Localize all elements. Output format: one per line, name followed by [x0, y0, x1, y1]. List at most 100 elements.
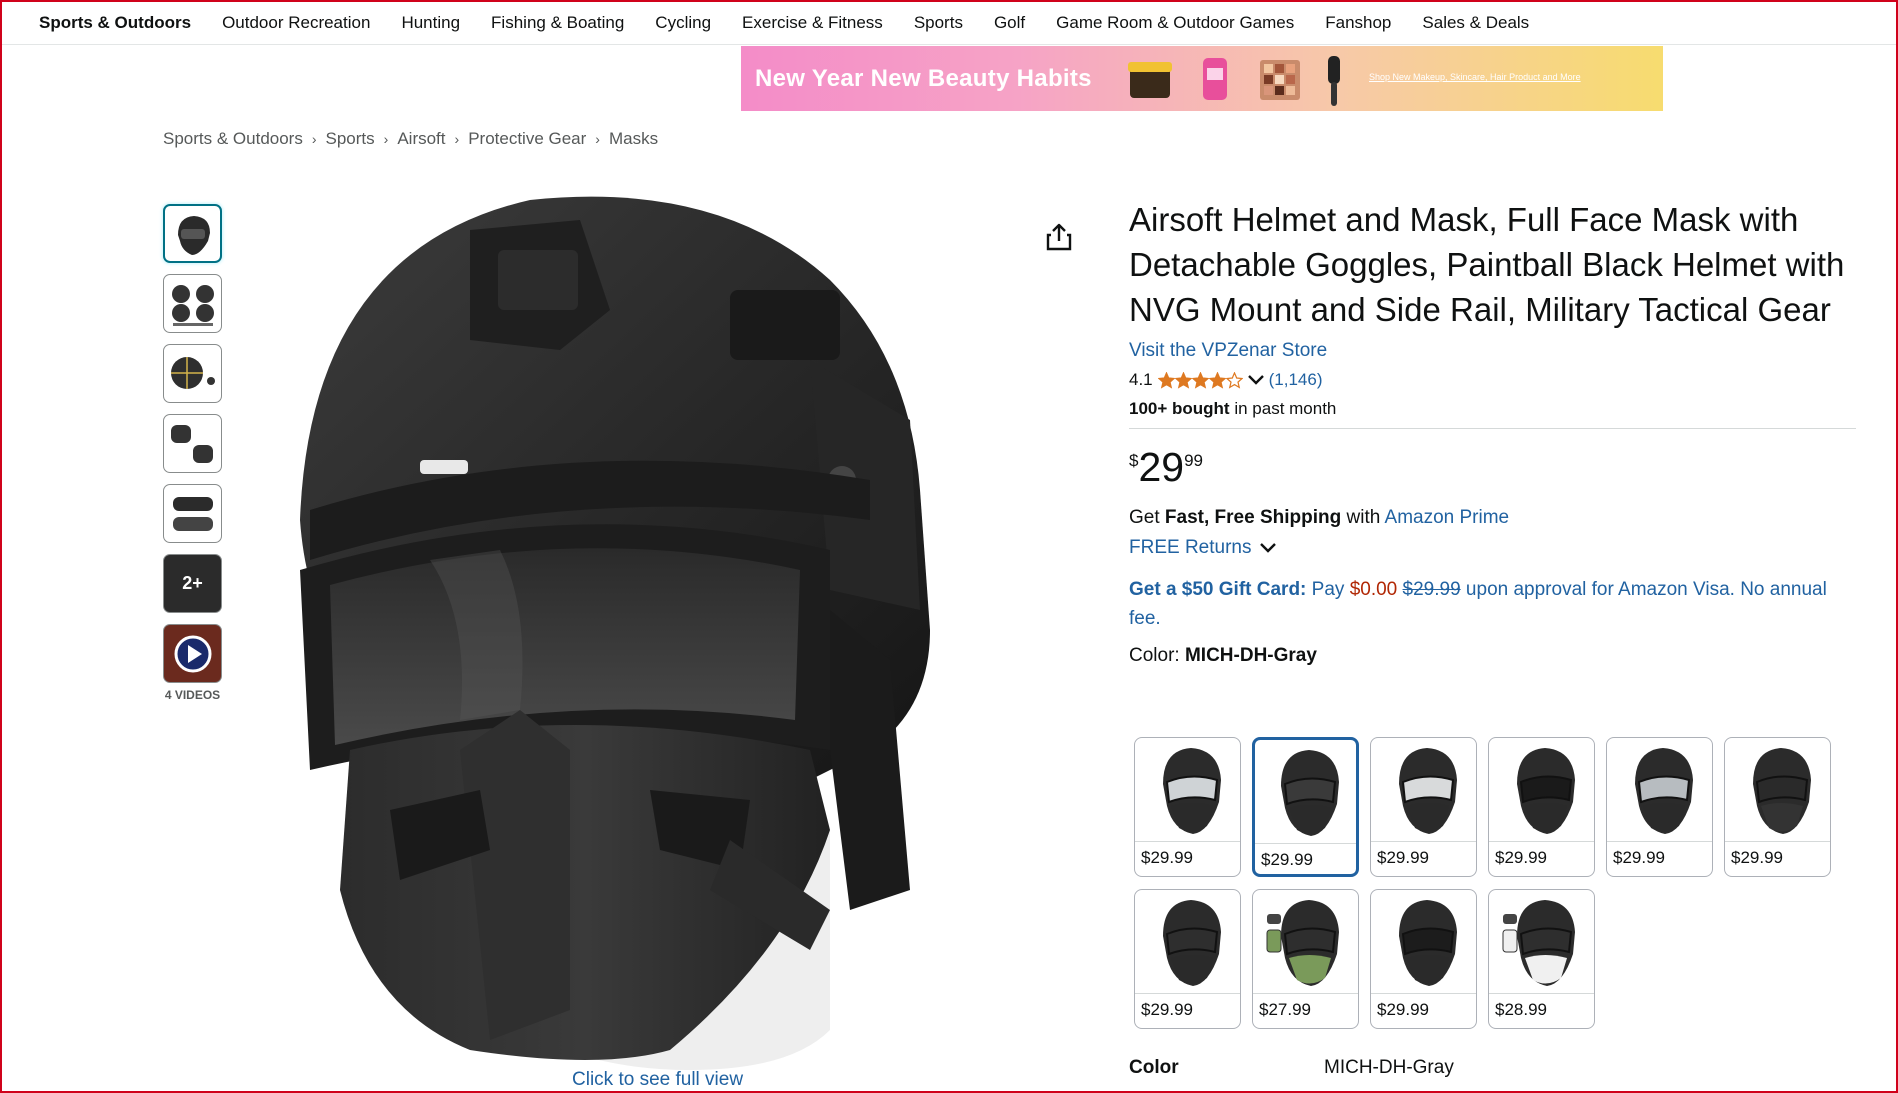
amazon-prime-link[interactable]: Amazon Prime	[1385, 507, 1510, 528]
bought-bold: 100+ bought	[1129, 399, 1230, 418]
helmet-variant-icon	[1398, 747, 1457, 834]
chevron-down-icon[interactable]	[1247, 373, 1265, 387]
helmet-variant-icon	[1398, 899, 1457, 986]
color-swatch-7[interactable]: $29.99	[1134, 889, 1241, 1029]
nav-fanshop[interactable]: Fanshop	[1325, 13, 1391, 33]
color-swatch-10[interactable]: $28.99	[1488, 889, 1595, 1029]
helmets-grid-icon	[171, 284, 214, 326]
nav-fishing-boating[interactable]: Fishing & Boating	[491, 13, 624, 33]
star-rating[interactable]	[1157, 371, 1243, 389]
gift-zero-price: $0.00	[1349, 579, 1398, 600]
product-title: Airsoft Helmet and Mask, Full Face Mask …	[1129, 201, 1845, 328]
share-icon[interactable]	[1044, 222, 1074, 252]
swatch-price: $29.99	[1495, 848, 1547, 867]
nav-sports[interactable]: Sports	[914, 13, 963, 33]
promo-banner[interactable]: New Year New Beauty Habits Shop New Make…	[741, 46, 1663, 111]
swatch-image	[1489, 738, 1594, 842]
color-swatch-2[interactable]: $29.99	[1252, 737, 1359, 877]
helmet-variant-icon	[1516, 747, 1575, 834]
nav-golf[interactable]: Golf	[994, 13, 1025, 33]
videos-count-label: 4 VIDEOS	[164, 688, 221, 702]
spec-row-color: Color MICH-DH-Gray	[1129, 1057, 1454, 1079]
color-swatch-4[interactable]: $29.99	[1488, 737, 1595, 877]
breadcrumb: Sports & Outdoors › Sports › Airsoft › P…	[163, 129, 658, 149]
helmet-thumbnail-icon	[177, 215, 210, 255]
nav-exercise-fitness[interactable]: Exercise & Fitness	[742, 13, 883, 33]
play-video-icon	[174, 635, 211, 672]
thumbnail-more[interactable]: 2+	[163, 554, 222, 613]
bought-count: 100+ bought in past month	[1129, 399, 1859, 419]
nav-cycling[interactable]: Cycling	[655, 13, 711, 33]
helmet-variant-icon	[1162, 747, 1221, 834]
product-jar-icon	[1128, 62, 1172, 98]
color-swatch-5[interactable]: $29.99	[1606, 737, 1713, 877]
gift-strike-price: $29.99	[1402, 579, 1461, 600]
shipping-info: Get Fast, Free Shipping with Amazon Prim…	[1129, 507, 1859, 529]
banner-subtext[interactable]: Shop New Makeup, Skincare, Hair Product …	[1369, 72, 1581, 82]
price-whole: 29	[1138, 444, 1185, 490]
nav-sales-deals[interactable]: Sales & Deals	[1422, 13, 1529, 33]
nav-game-room[interactable]: Game Room & Outdoor Games	[1056, 13, 1294, 33]
color-label: Color:	[1129, 645, 1185, 666]
thumbnail-5[interactable]	[163, 484, 222, 543]
nav-sports-outdoors[interactable]: Sports & Outdoors	[39, 13, 191, 33]
image-thumbnails: 2+ 4 VIDEOS	[163, 204, 223, 702]
swatch-price: $29.99	[1141, 1000, 1193, 1019]
color-swatch-6[interactable]: $29.99	[1724, 737, 1831, 877]
rating-row: 4.1 (1,146)	[1129, 370, 1859, 390]
swatch-image	[1135, 738, 1240, 842]
breadcrumb-protective-gear[interactable]: Protective Gear	[468, 129, 586, 149]
breadcrumb-separator: ›	[311, 131, 317, 147]
nav-hunting[interactable]: Hunting	[401, 13, 460, 33]
banner-headline: New Year New Beauty Habits	[755, 64, 1092, 92]
gift-card-offer[interactable]: Get a $50 Gift Card: Pay $0.00 $29.99 up…	[1129, 575, 1829, 633]
helmet-diagram-icon	[170, 356, 215, 389]
bought-rest: in past month	[1229, 399, 1337, 418]
divider	[1129, 428, 1856, 429]
color-selection-label: Color: MICH-DH-Gray	[1129, 645, 1859, 667]
nav-outdoor-recreation[interactable]: Outdoor Recreation	[222, 13, 370, 33]
free-returns-link[interactable]: FREE Returns	[1129, 537, 1859, 559]
thumbnail-1[interactable]	[163, 204, 222, 263]
breadcrumb-separator: ›	[454, 131, 460, 147]
helmet-variant-icon	[1266, 899, 1339, 986]
breadcrumb-separator: ›	[383, 131, 389, 147]
product-bottle-icon	[1203, 58, 1227, 100]
swatch-image	[1253, 890, 1358, 994]
breadcrumb-masks[interactable]: Masks	[609, 129, 658, 149]
swatch-price: $29.99	[1377, 848, 1429, 867]
helmet-parts-icon	[170, 424, 213, 463]
selected-color: MICH-DH-Gray	[1184, 645, 1317, 666]
rating-count-link[interactable]: (1,146)	[1269, 370, 1323, 390]
eyeshadow-palette-icon	[1260, 60, 1300, 100]
price: $ 29 99	[1129, 445, 1859, 489]
color-swatch-8[interactable]: $27.99	[1252, 889, 1359, 1029]
main-product-image[interactable]	[270, 190, 1060, 1070]
color-swatch-3[interactable]: $29.99	[1370, 737, 1477, 877]
price-fraction: 99	[1184, 451, 1203, 470]
swatch-image	[1255, 740, 1356, 844]
breadcrumb-sports-outdoors[interactable]: Sports & Outdoors	[163, 129, 303, 149]
swatch-price: $29.99	[1731, 848, 1783, 867]
color-swatch-9[interactable]: $29.99	[1370, 889, 1477, 1029]
goggles-icon	[172, 496, 213, 531]
helmet-variant-icon	[1634, 747, 1693, 834]
full-view-link[interactable]: Click to see full view	[572, 1069, 743, 1091]
color-swatch-1[interactable]: $29.99	[1134, 737, 1241, 877]
product-info: Airsoft Helmet and Mask, Full Face Mask …	[1129, 197, 1859, 667]
thumbnail-3[interactable]	[163, 344, 222, 403]
thumbnail-4[interactable]	[163, 414, 222, 473]
shipping-mid: with	[1341, 507, 1385, 528]
thumbnail-2[interactable]	[163, 274, 222, 333]
chevron-down-icon	[1260, 543, 1277, 553]
store-link[interactable]: Visit the VPZenar Store	[1129, 340, 1327, 362]
thumbnail-video[interactable]	[163, 624, 222, 683]
swatch-price: $29.99	[1261, 850, 1313, 869]
gift-pay: Pay	[1306, 579, 1350, 600]
hair-brush-icon	[1328, 56, 1340, 106]
breadcrumb-airsoft[interactable]: Airsoft	[397, 129, 445, 149]
breadcrumb-sports[interactable]: Sports	[326, 129, 375, 149]
star-icon	[1157, 371, 1175, 389]
swatch-image	[1371, 738, 1476, 842]
helmet-variant-icon	[1162, 899, 1221, 986]
